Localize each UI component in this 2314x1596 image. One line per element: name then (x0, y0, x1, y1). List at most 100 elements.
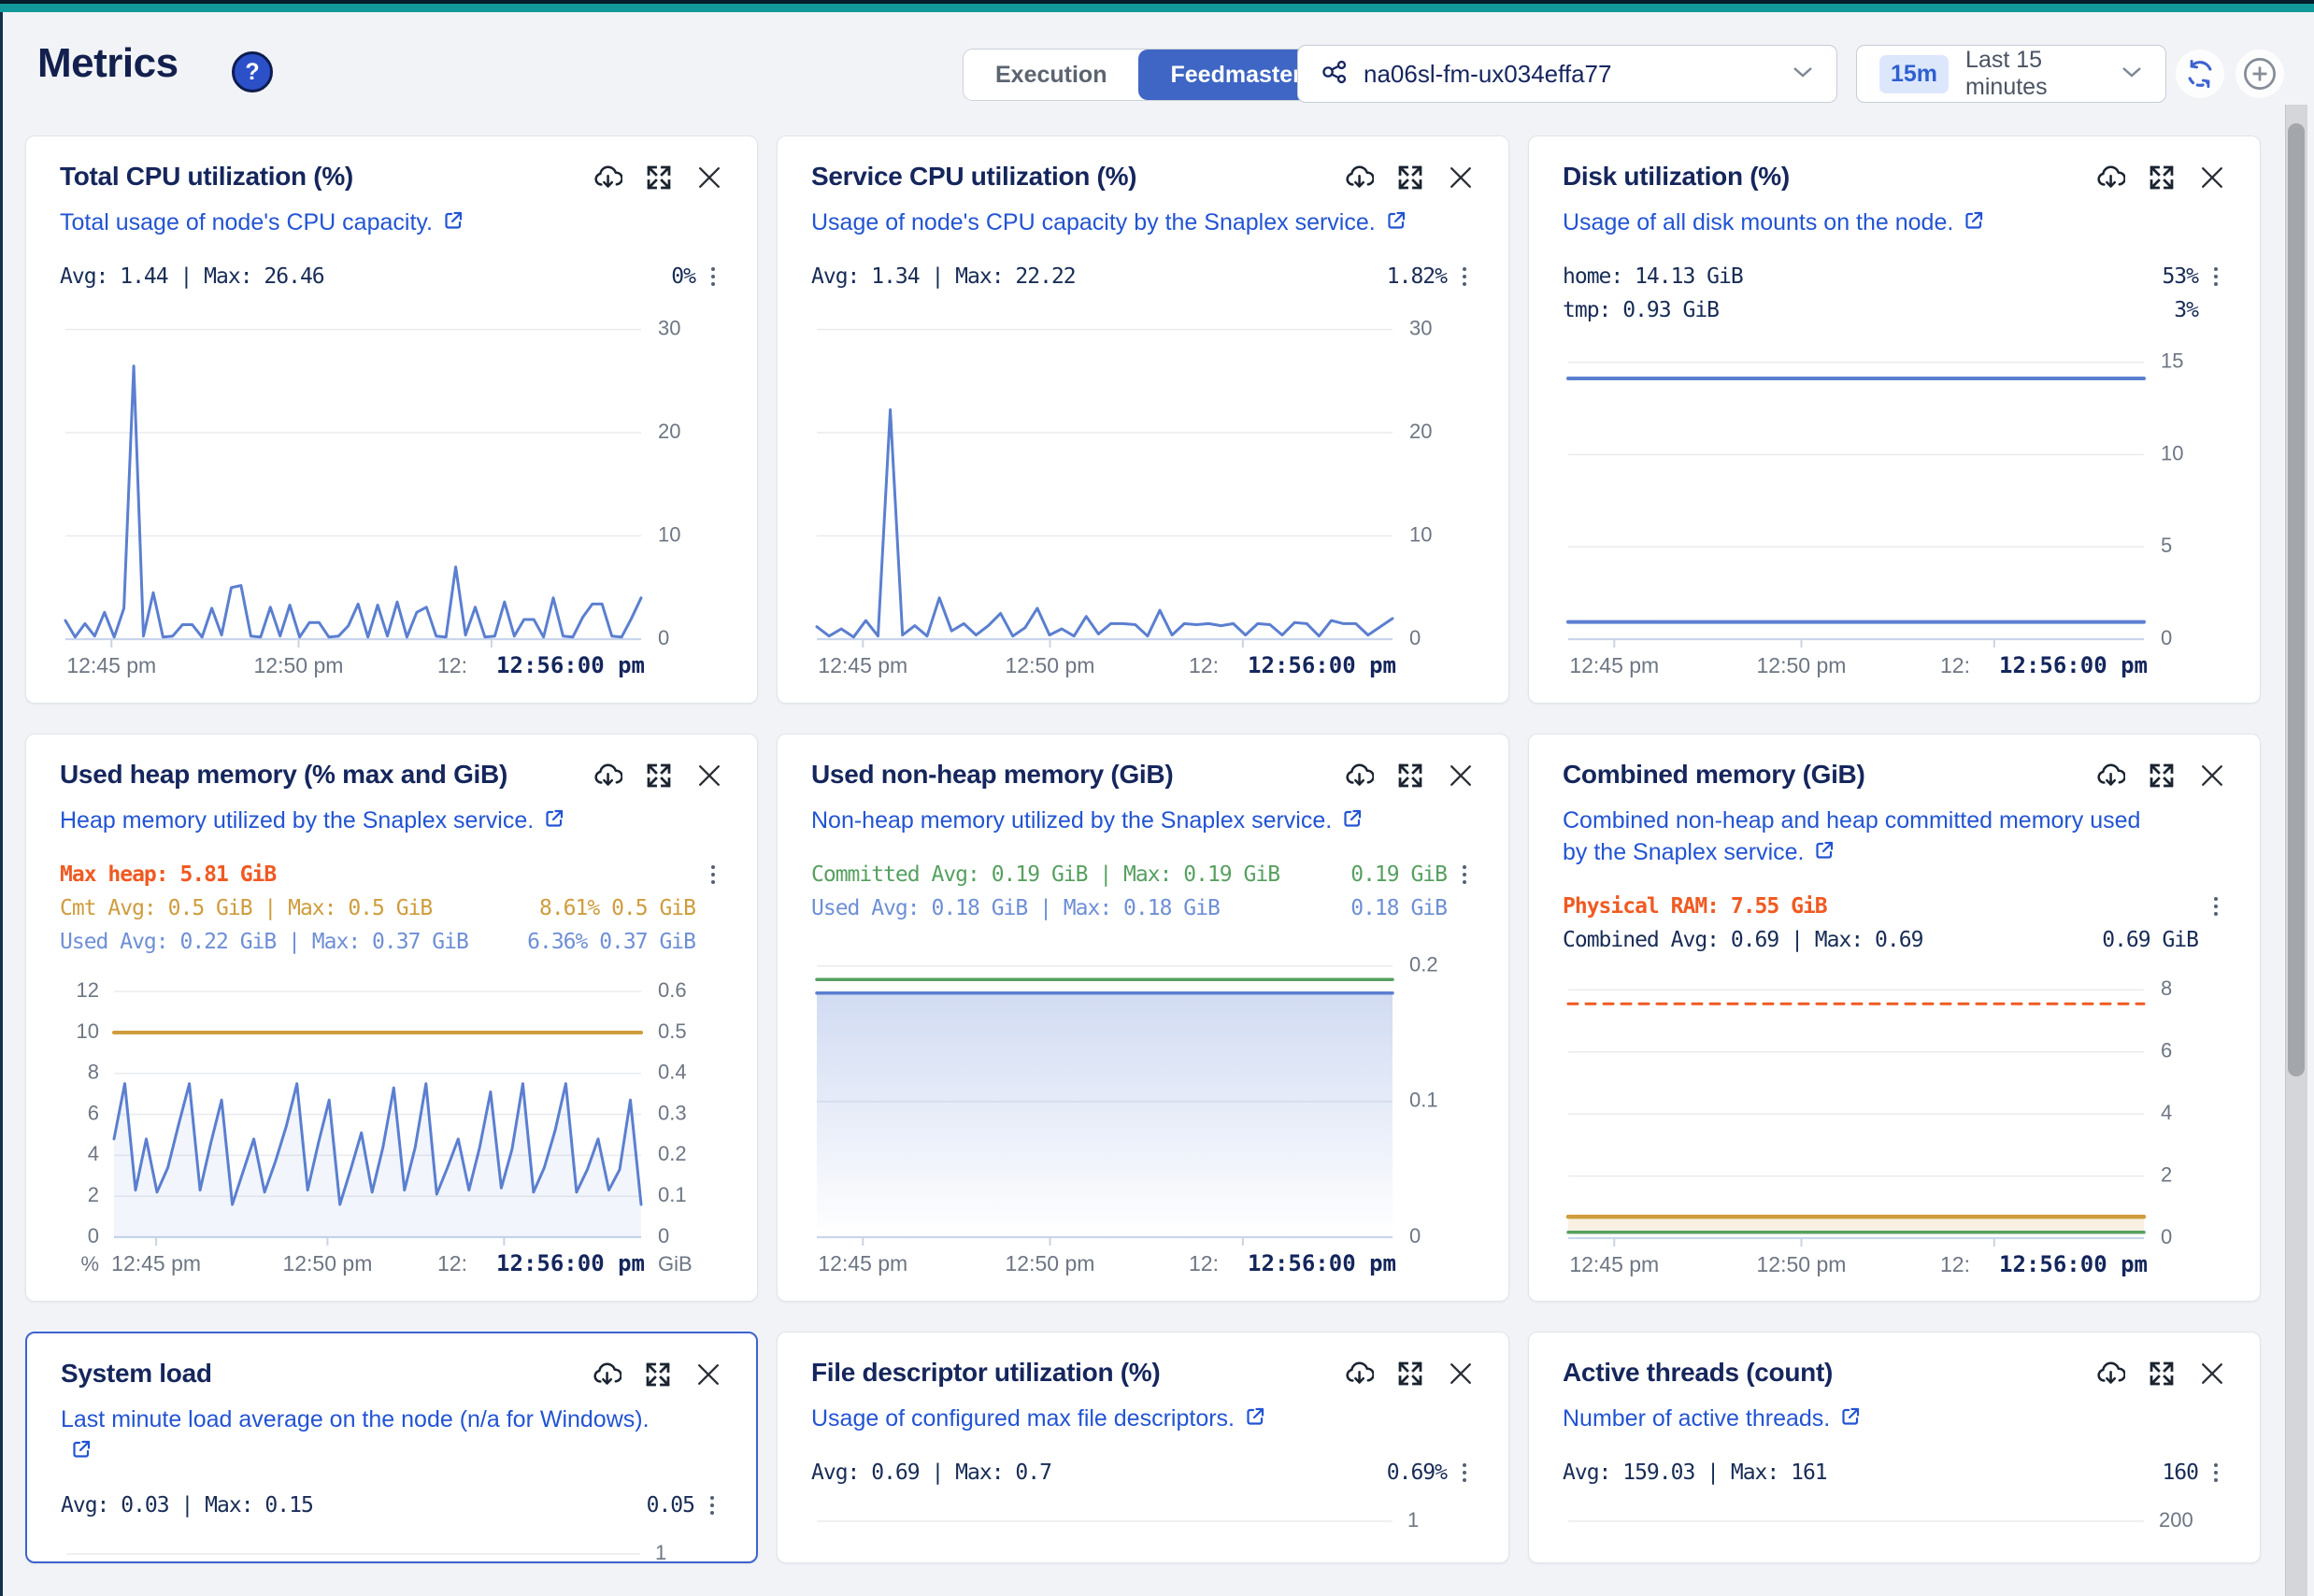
svg-text:0.1: 0.1 (1409, 1088, 1438, 1111)
toggle-execution[interactable]: Execution (964, 50, 1138, 100)
kebab-menu-icon[interactable] (2198, 264, 2226, 289)
svg-text:0: 0 (2161, 1224, 2172, 1247)
stat-label: home: 14.13 GiB (1563, 264, 1743, 289)
card-title: Service CPU utilization (%) (811, 161, 1136, 192)
card-description: Heap memory utilized by the Snaplex serv… (60, 807, 534, 834)
card-actions (2095, 161, 2226, 192)
card-title: Disk utilization (%) (1563, 161, 1790, 192)
chevron-down-icon (1792, 65, 1814, 83)
svg-text:12:45 pm: 12:45 pm (818, 653, 907, 677)
stat-line: Cmt Avg: 0.5 GiB | Max: 0.5 GiB8.61% 0.5… (60, 891, 723, 925)
svg-text:12:: 12: (1189, 1251, 1219, 1275)
stats: Physical RAM: 7.55 GiBCombined Avg: 0.69… (1563, 890, 2226, 957)
stat-label: Used Avg: 0.18 GiB | Max: 0.18 GiB (811, 896, 1220, 920)
expand-icon[interactable] (645, 164, 673, 192)
close-icon[interactable] (1447, 164, 1475, 192)
refresh-button[interactable] (2176, 50, 2224, 98)
add-chart-button[interactable] (2235, 50, 2284, 98)
svg-text:12:: 12: (437, 653, 467, 677)
card-description-link[interactable]: Total usage of node's CPU capacity. (60, 207, 658, 241)
card-description-link[interactable]: Combined non-heap and heap committed mem… (1563, 805, 2161, 871)
download-icon[interactable] (1344, 163, 1374, 192)
download-icon[interactable] (2095, 1359, 2125, 1389)
kebab-menu-icon[interactable] (694, 1493, 722, 1518)
download-icon[interactable] (1344, 761, 1374, 791)
scrollbar-thumb[interactable] (2288, 123, 2305, 1076)
series-total-cpu (65, 365, 641, 636)
kebab-menu-icon[interactable] (2198, 1461, 2226, 1485)
time-range-selector[interactable]: 15m Last 15 minutes (1856, 45, 2166, 103)
expand-icon[interactable] (644, 1361, 672, 1389)
stat-label: Used Avg: 0.22 GiB | Max: 0.37 GiB (60, 930, 468, 954)
card-description-link[interactable]: Heap memory utilized by the Snaplex serv… (60, 805, 658, 839)
expand-icon[interactable] (1396, 164, 1424, 192)
chart: 1 (61, 1530, 722, 1564)
close-icon[interactable] (695, 762, 723, 790)
chart: 010203012:45 pm12:50 pm12:12:56:00 pm (60, 303, 723, 686)
svg-text:12:56:00 pm: 12:56:00 pm (496, 1250, 645, 1276)
kebab-menu-icon[interactable] (1447, 1461, 1475, 1485)
svg-text:12:56:00 pm: 12:56:00 pm (1248, 652, 1396, 678)
svg-text:4: 4 (88, 1142, 99, 1165)
expand-icon[interactable] (645, 762, 673, 790)
svg-text:6: 6 (2161, 1038, 2172, 1062)
card-title: System load (61, 1358, 212, 1389)
close-icon[interactable] (694, 1361, 722, 1389)
card-title: Total CPU utilization (%) (60, 161, 353, 192)
kebab-menu-icon[interactable] (695, 862, 723, 887)
series-service-cpu (817, 409, 1393, 636)
card-description-link[interactable]: Usage of node's CPU capacity by the Snap… (811, 207, 1409, 241)
svg-text:0: 0 (658, 626, 669, 649)
card-description: Usage of configured max file descriptors… (811, 1405, 1235, 1432)
download-icon[interactable] (593, 761, 622, 791)
kebab-menu-icon[interactable] (2198, 894, 2226, 919)
kebab-menu-icon[interactable] (1447, 264, 1475, 289)
close-icon[interactable] (2198, 762, 2226, 790)
card-actions (1344, 759, 1475, 791)
card-header: Total CPU utilization (%) (60, 161, 723, 192)
external-link-icon (1341, 807, 1364, 839)
stat-current-value: 6.36% 0.37 GiB (527, 930, 695, 954)
svg-text:0: 0 (1409, 626, 1421, 649)
close-icon[interactable] (2198, 1360, 2226, 1388)
download-icon[interactable] (592, 1360, 621, 1389)
download-icon[interactable] (593, 163, 622, 192)
stats: Max heap: 5.81 GiB Cmt Avg: 0.5 GiB | Max… (60, 858, 723, 959)
download-icon[interactable] (2095, 163, 2125, 192)
card-description-link[interactable]: Non-heap memory utilized by the Snaplex … (811, 805, 1409, 839)
svg-text:0.3: 0.3 (658, 1101, 687, 1124)
close-icon[interactable] (1447, 762, 1475, 790)
kebab-menu-icon[interactable] (1447, 862, 1475, 887)
card-description-link[interactable]: Last minute load average on the node (n/… (61, 1404, 659, 1470)
expand-icon[interactable] (1396, 1360, 1424, 1388)
stat-label: Max heap: 5.81 GiB (60, 862, 276, 887)
download-icon[interactable] (2095, 761, 2125, 791)
card-title: File descriptor utilization (%) (811, 1357, 1160, 1389)
close-icon[interactable] (1447, 1360, 1475, 1388)
card-header: Active threads (count) (1563, 1357, 2226, 1389)
download-icon[interactable] (1344, 1359, 1374, 1389)
card-actions (593, 759, 723, 791)
svg-text:2: 2 (88, 1183, 99, 1206)
card-description-link[interactable]: Usage of configured max file descriptors… (811, 1404, 1409, 1437)
svg-text:1: 1 (1407, 1508, 1419, 1532)
stat-label: Avg: 159.03 | Max: 161 (1563, 1461, 1827, 1485)
close-icon[interactable] (2198, 164, 2226, 192)
metric-card: Disk utilization (%) (1528, 135, 2261, 704)
chart: 0246812:45 pm12:50 pm12:12:56:00 pm (1563, 966, 2226, 1285)
node-selector[interactable]: na06sl-fm-ux034effa77 (1297, 45, 1837, 103)
close-icon[interactable] (695, 164, 723, 192)
svg-text:12:: 12: (1940, 653, 1970, 677)
card-description-link[interactable]: Usage of all disk mounts on the node. (1563, 207, 2161, 241)
stat-line: Avg: 1.44 | Max: 26.460% (60, 260, 723, 293)
expand-icon[interactable] (2148, 164, 2176, 192)
expand-icon[interactable] (1396, 762, 1424, 790)
expand-icon[interactable] (2148, 1360, 2176, 1388)
stat-current-value: 0.05 (647, 1493, 694, 1518)
card-description-link[interactable]: Number of active threads. (1563, 1404, 2161, 1437)
external-link-icon (1244, 1405, 1266, 1437)
expand-icon[interactable] (2148, 762, 2176, 790)
chart: 05101512:45 pm12:50 pm12:12:56:00 pm (1563, 336, 2226, 686)
help-icon[interactable]: ? (232, 51, 273, 93)
kebab-menu-icon[interactable] (695, 264, 723, 289)
